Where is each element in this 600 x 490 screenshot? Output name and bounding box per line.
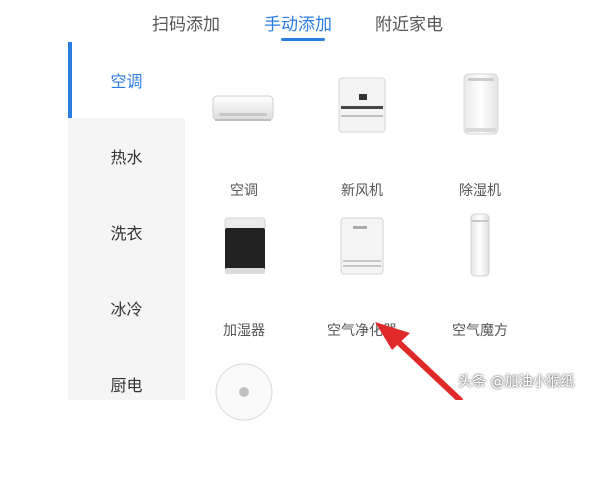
watermark: 头条 @加油小猴纸	[458, 374, 575, 390]
annotation-arrow	[375, 322, 463, 400]
